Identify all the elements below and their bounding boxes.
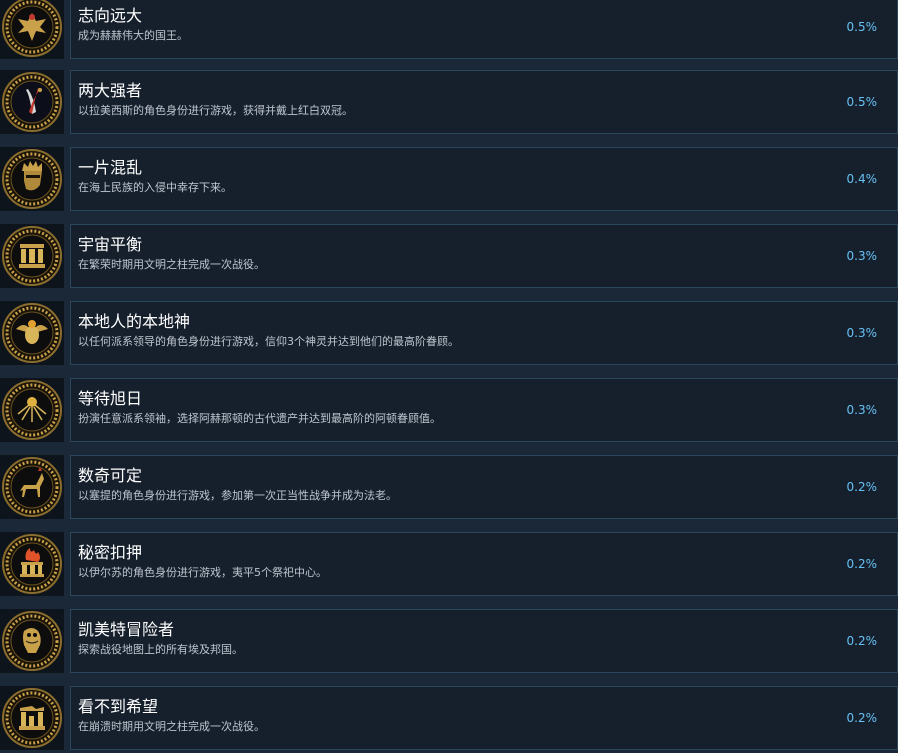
achievement-row: 数奇可定 以塞提的角色身份进行游戏，参加第一次正当性战争并成为法老。 0.2% — [0, 455, 898, 519]
achievement-title: 等待旭日 — [78, 389, 143, 408]
achievement-description: 以伊尔苏的角色身份进行游戏，夷平5个祭祀中心。 — [78, 566, 327, 579]
achievement-row: 志向远大 成为赫赫伟大的国王。 0.5% — [0, 0, 898, 59]
achievement-title: 两大强者 — [78, 81, 143, 100]
achievement-unlock-percent: 0.2% — [846, 711, 878, 725]
achievement-unlock-percent: 0.3% — [846, 403, 878, 417]
achievement-card: 两大强者 以拉美西斯的角色身份进行游戏，获得并戴上红白双冠。 0.5% — [70, 70, 898, 134]
achievement-row: 凯美特冒险者 探索战役地图上的所有埃及邦国。 0.2% — [0, 609, 898, 673]
achievement-card: 宇宙平衡 在繁荣时期用文明之柱完成一次战役。 0.3% — [70, 224, 898, 288]
achievement-icon-cell — [0, 532, 64, 596]
achievement-icon-cell — [0, 224, 64, 288]
achievement-row: 一片混乱 在海上民族的入侵中幸存下来。 0.4% — [0, 147, 898, 211]
achievement-title: 凯美特冒险者 — [78, 620, 175, 639]
warrior-head-icon — [2, 149, 62, 209]
achievement-unlock-percent: 0.2% — [846, 557, 878, 571]
achievement-title: 志向远大 — [78, 6, 143, 25]
achievement-row: 等待旭日 扮演任意派系领袖，选择阿赫那顿的古代遗产并达到最高阶的阿顿眷顾值。 0… — [0, 378, 898, 442]
double-crown-icon — [2, 72, 62, 132]
achievement-title: 看不到希望 — [78, 697, 159, 716]
burning-temple-icon — [2, 534, 62, 594]
achievement-icon-cell — [0, 686, 64, 750]
achievement-unlock-percent: 0.3% — [846, 326, 878, 340]
achievement-row: 宇宙平衡 在繁荣时期用文明之柱完成一次战役。 0.3% — [0, 224, 898, 288]
achievement-icon-cell — [0, 70, 64, 134]
achievement-unlock-percent: 0.3% — [846, 249, 878, 263]
achievement-title: 宇宙平衡 — [78, 235, 143, 254]
achievement-card: 数奇可定 以塞提的角色身份进行游戏，参加第一次正当性战争并成为法老。 0.2% — [70, 455, 898, 519]
scarab-icon — [2, 303, 62, 363]
jackal-icon — [2, 457, 62, 517]
achievement-icon-cell — [0, 0, 64, 59]
achievement-description: 以拉美西斯的角色身份进行游戏，获得并戴上红白双冠。 — [78, 104, 353, 117]
achievement-description: 探索战役地图上的所有埃及邦国。 — [78, 643, 243, 656]
achievement-unlock-percent: 0.5% — [846, 95, 878, 109]
ruined-pillars-icon — [2, 688, 62, 748]
achievement-card: 凯美特冒险者 探索战役地图上的所有埃及邦国。 0.2% — [70, 609, 898, 673]
achievement-description: 在繁荣时期用文明之柱完成一次战役。 — [78, 258, 265, 271]
achievement-card: 一片混乱 在海上民族的入侵中幸存下来。 0.4% — [70, 147, 898, 211]
achievement-list: 志向远大 成为赫赫伟大的国王。 0.5% 两大强者 以拉美西斯的角色身份进行游戏… — [0, 0, 898, 753]
achievement-icon-cell — [0, 455, 64, 519]
owl-icon — [2, 611, 62, 671]
eagle-emblem-icon — [2, 0, 62, 57]
achievement-description: 在海上民族的入侵中幸存下来。 — [78, 181, 232, 194]
achievement-card: 志向远大 成为赫赫伟大的国王。 0.5% — [70, 0, 898, 59]
achievement-icon-cell — [0, 609, 64, 673]
achievement-description: 以任何派系领导的角色身份进行游戏，信仰3个神灵并达到他们的最高阶眷顾。 — [78, 335, 459, 348]
achievement-card: 本地人的本地神 以任何派系领导的角色身份进行游戏，信仰3个神灵并达到他们的最高阶… — [70, 301, 898, 365]
achievement-title: 数奇可定 — [78, 466, 143, 485]
aten-sun-icon — [2, 380, 62, 440]
achievement-description: 成为赫赫伟大的国王。 — [78, 29, 188, 42]
achievement-unlock-percent: 0.2% — [846, 480, 878, 494]
achievement-description: 以塞提的角色身份进行游戏，参加第一次正当性战争并成为法老。 — [78, 489, 397, 502]
temple-pillars-icon — [2, 226, 62, 286]
achievement-title: 一片混乱 — [78, 158, 143, 177]
achievement-icon-cell — [0, 147, 64, 211]
achievement-row: 本地人的本地神 以任何派系领导的角色身份进行游戏，信仰3个神灵并达到他们的最高阶… — [0, 301, 898, 365]
achievement-description: 在崩溃时期用文明之柱完成一次战役。 — [78, 720, 265, 733]
achievement-unlock-percent: 0.2% — [846, 634, 878, 648]
achievement-unlock-percent: 0.4% — [846, 172, 878, 186]
achievement-title: 秘密扣押 — [78, 543, 143, 562]
achievement-row: 两大强者 以拉美西斯的角色身份进行游戏，获得并戴上红白双冠。 0.5% — [0, 70, 898, 134]
achievement-title: 本地人的本地神 — [78, 312, 191, 331]
achievement-description: 扮演任意派系领袖，选择阿赫那顿的古代遗产并达到最高阶的阿顿眷顾值。 — [78, 412, 441, 425]
achievement-row: 秘密扣押 以伊尔苏的角色身份进行游戏，夷平5个祭祀中心。 0.2% — [0, 532, 898, 596]
achievement-unlock-percent: 0.5% — [846, 20, 878, 34]
achievement-card: 看不到希望 在崩溃时期用文明之柱完成一次战役。 0.2% — [70, 686, 898, 750]
achievement-icon-cell — [0, 301, 64, 365]
achievement-card: 等待旭日 扮演任意派系领袖，选择阿赫那顿的古代遗产并达到最高阶的阿顿眷顾值。 0… — [70, 378, 898, 442]
achievement-card: 秘密扣押 以伊尔苏的角色身份进行游戏，夷平5个祭祀中心。 0.2% — [70, 532, 898, 596]
achievement-row: 看不到希望 在崩溃时期用文明之柱完成一次战役。 0.2% — [0, 686, 898, 750]
achievement-icon-cell — [0, 378, 64, 442]
